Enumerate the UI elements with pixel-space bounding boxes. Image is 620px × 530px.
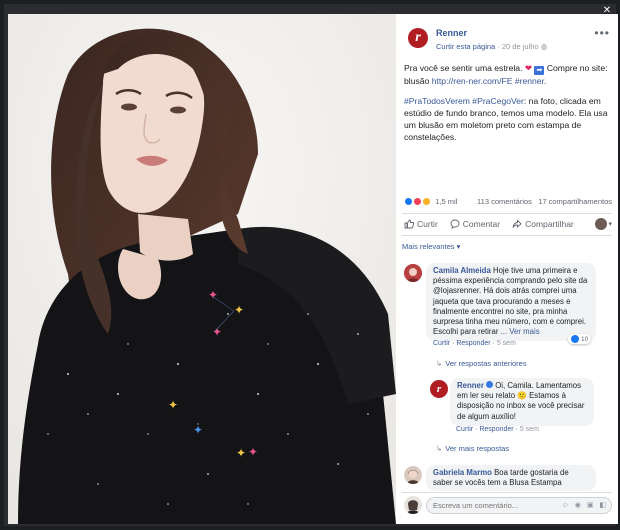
svg-text:✦: ✦ <box>234 303 244 317</box>
like-reaction-icon <box>404 197 413 206</box>
avatar-image <box>404 466 422 484</box>
reactions-count[interactable]: 1,5 mil <box>435 197 457 206</box>
reply-bubble: Renner Oi, Camila. Lamentamos em ler seu… <box>450 378 594 426</box>
verified-badge-icon <box>486 381 494 388</box>
avatar-image <box>404 496 422 514</box>
share-label: Compartilhar <box>525 219 574 229</box>
comment-button[interactable]: Comentar <box>450 219 500 229</box>
divider <box>402 492 612 493</box>
post-date[interactable]: 20 de julho <box>502 42 539 51</box>
comment-time[interactable]: 5 sem <box>497 340 516 347</box>
like-button[interactable]: Curtir <box>404 219 438 229</box>
post-header: r Renner Curtir esta página · 20 de julh… <box>402 26 612 56</box>
comment-sort-dropdown[interactable]: Mais relevantes ▾ <box>402 242 460 251</box>
page-logo-icon[interactable]: r <box>408 28 428 48</box>
comment-input-icons[interactable]: ☺ ◉ ▣ ◧ <box>562 501 608 509</box>
comment-actions: Curtir · Responder · 5 sem <box>456 426 539 433</box>
love-reaction-icon <box>413 197 423 206</box>
svg-text:✦: ✦ <box>236 446 246 460</box>
comment-reply-link[interactable]: Responder <box>456 340 490 347</box>
write-comment-row: ☺ ◉ ▣ ◧ <box>402 494 612 516</box>
post-text-part: . <box>543 76 547 86</box>
comment-reply-link[interactable]: Responder <box>479 426 513 433</box>
more-options-icon[interactable]: ••• <box>594 26 610 40</box>
see-more-link[interactable]: ... Ver mais <box>501 327 540 336</box>
commenter-name[interactable]: Camila Almeida <box>433 266 491 275</box>
action-bar: Curtir Comentar Compartilhar ▾ <box>404 217 612 231</box>
page-name[interactable]: Renner <box>436 28 467 38</box>
like-label: Curtir <box>417 219 438 229</box>
hashtag-pratodosverem[interactable]: #PraTodosVerem #PraCegoVer <box>404 96 524 106</box>
comment-actions: Curtir · Responder · 5 sem <box>433 340 516 347</box>
thumbs-up-icon <box>404 219 414 229</box>
comment-label: Comentar <box>462 219 501 229</box>
heart-emoji-icon: ❤ <box>524 63 533 73</box>
svg-text:✦: ✦ <box>168 398 178 412</box>
post-text-part: Pra você se sentir uma estrela. <box>404 63 525 73</box>
view-previous-replies[interactable]: ↳ Ver respostas anteriores <box>436 359 527 368</box>
comment-text: Hoje tive uma primeira e péssima experiê… <box>433 266 588 337</box>
comments-count[interactable]: 113 comentários <box>477 197 532 206</box>
avatar <box>595 218 608 230</box>
divider <box>402 213 612 214</box>
arrow-right-emoji-icon: ➡ <box>534 66 545 75</box>
commenter-avatar[interactable] <box>404 466 422 484</box>
post-photo[interactable]: ✦ ✦ ✦ ✦ ✦ ✦ ✦ <box>8 14 396 524</box>
reply-arrow-icon: ↳ <box>436 444 443 453</box>
post-paragraph-2: #PraTodosVerem #PraCegoVer: na foto, cli… <box>404 95 612 143</box>
divider <box>402 235 612 236</box>
model-photo-illustration: ✦ ✦ ✦ ✦ ✦ ✦ ✦ <box>8 14 396 524</box>
current-user-avatar <box>404 496 422 514</box>
wow-reaction-icon <box>422 197 432 206</box>
post-meta: Curtir esta página · 20 de julho ◍ <box>436 42 547 51</box>
like-reaction-icon <box>571 335 579 343</box>
commenter-name[interactable]: Renner <box>457 381 484 390</box>
svg-text:✦: ✦ <box>248 445 258 459</box>
chevron-down-icon: ▾ <box>608 221 612 228</box>
view-more-replies[interactable]: ↳ Ver mais respostas <box>436 444 509 453</box>
svg-text:✦: ✦ <box>212 325 222 339</box>
svg-text:✦: ✦ <box>208 288 218 302</box>
page-logo-icon[interactable]: r <box>430 380 448 398</box>
like-page-link[interactable]: Curtir esta página <box>436 42 495 51</box>
commenter-avatar[interactable] <box>404 264 422 282</box>
product-link[interactable]: http://ren-ner.com/FE <box>432 76 513 86</box>
avatar-image <box>404 264 422 282</box>
close-icon[interactable]: ✕ <box>602 6 612 16</box>
comment-like-link[interactable]: Curtir <box>433 340 450 347</box>
commenter-name[interactable]: Gabriela Marmo <box>433 468 492 477</box>
post-panel: r Renner Curtir esta página · 20 de julh… <box>396 14 618 524</box>
globe-icon: ◍ <box>540 42 548 51</box>
post-paragraph-1: Pra você se sentir uma estrela. ❤ ➡ Comp… <box>404 62 612 87</box>
comment-bubble: Camila Almeida Hoje tive uma primeira e … <box>426 263 596 342</box>
svg-text:✦: ✦ <box>193 423 203 437</box>
shares-count[interactable]: 17 compartilhamentos <box>538 197 612 206</box>
comment-like-link[interactable]: Curtir <box>456 426 473 433</box>
hashtag-renner[interactable]: #renner <box>512 76 544 86</box>
comment-bubble: Gabriela Marmo Boa tarde gostaria de sab… <box>426 465 596 491</box>
reply-arrow-icon: ↳ <box>436 359 443 368</box>
comment-likes-count: 10 <box>581 335 589 343</box>
comment-time[interactable]: 5 sem <box>520 426 539 433</box>
comment-bubble-icon <box>450 219 460 229</box>
share-arrow-icon <box>512 219 522 229</box>
identity-selector[interactable]: ▾ <box>595 218 612 230</box>
meta-separator: · <box>497 42 500 51</box>
post-text: Pra você se sentir uma estrela. ❤ ➡ Comp… <box>404 62 612 151</box>
share-button[interactable]: Compartilhar <box>512 219 574 229</box>
comment-like-badge[interactable]: 10 <box>568 334 592 344</box>
engagement-counts: 1,5 mil 113 comentários 17 compartilhame… <box>404 197 612 209</box>
photo-viewer: ✦ ✦ ✦ ✦ ✦ ✦ ✦ r Renner Curtir esta págin… <box>4 4 618 526</box>
comments-shares-count: 113 comentários 17 compartilhamentos <box>477 197 612 206</box>
view-replies-label: Ver respostas anteriores <box>445 359 527 368</box>
view-replies-label: Ver mais respostas <box>445 444 510 453</box>
